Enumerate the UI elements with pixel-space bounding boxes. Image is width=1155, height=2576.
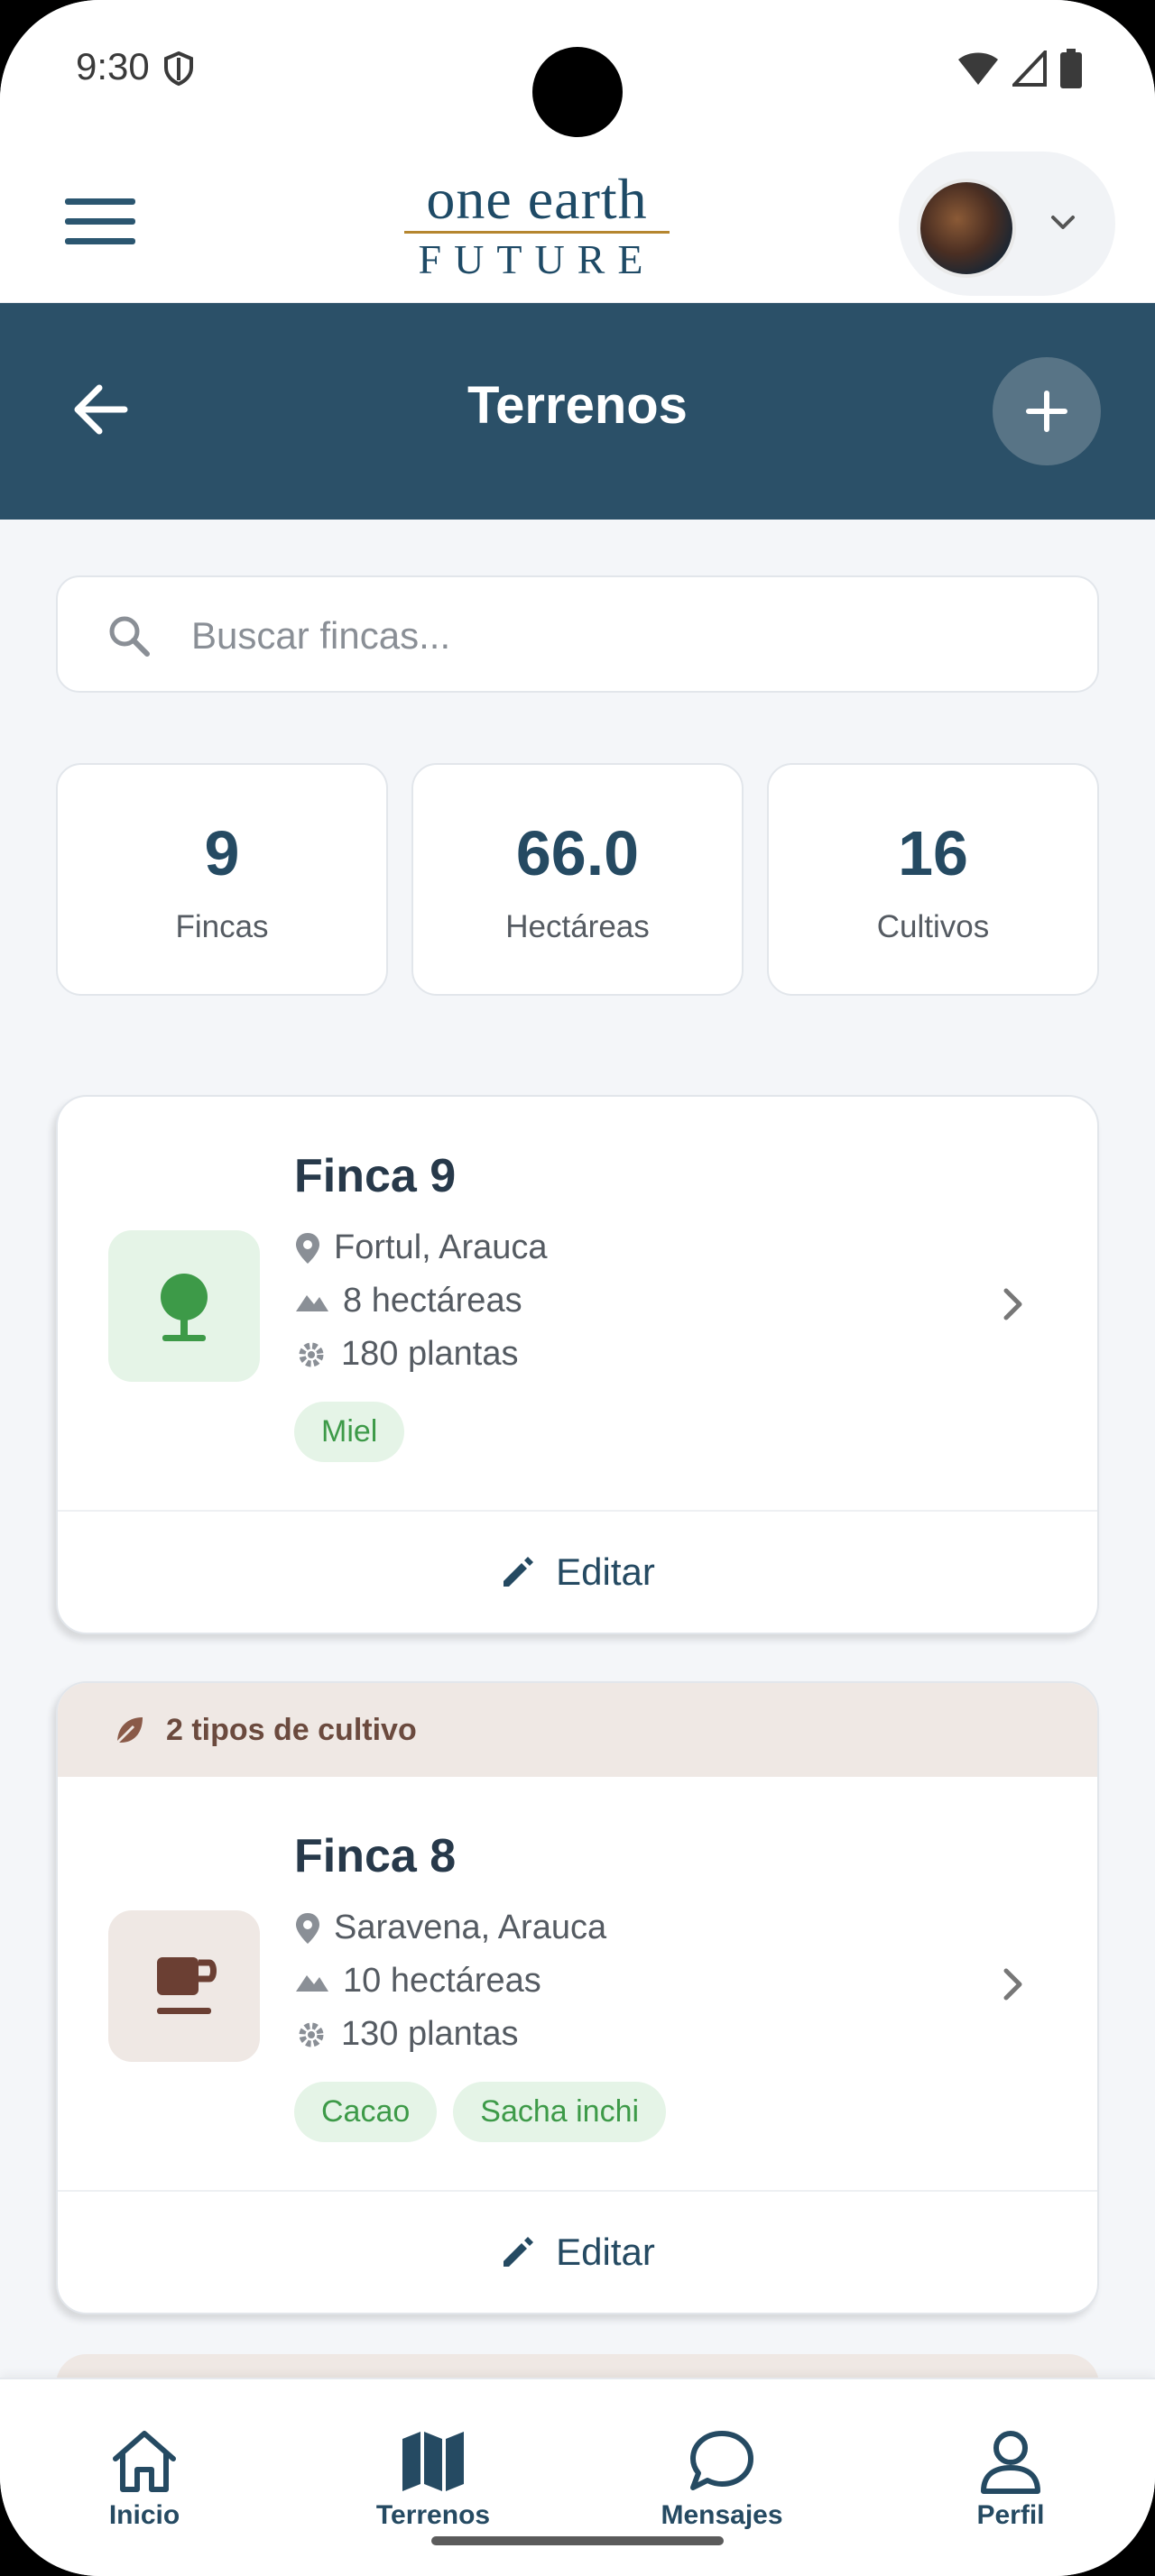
farm-plants: 130 plantas	[341, 2015, 519, 2053]
farm-name: Finca 9	[294, 1150, 457, 1202]
plant-gear-icon	[299, 2022, 324, 2047]
farm-location-row: Saravena, Arauca	[294, 1909, 606, 1947]
app-header: one earth FUTURE	[0, 144, 1155, 303]
edit-label: Editar	[556, 2231, 655, 2273]
hamburger-menu-icon[interactable]	[65, 198, 135, 253]
farm-area-row: 8 hectáreas	[294, 1282, 522, 1320]
location-pin-icon	[296, 1232, 319, 1264]
farm-area: 8 hectáreas	[343, 1282, 522, 1320]
leaf-icon	[116, 1717, 143, 1744]
person-icon	[981, 2431, 1040, 2494]
farm-card-details[interactable]: Finca 8 Saravena, Arauca 10 hectáreas 13…	[58, 1777, 1097, 2192]
stat-label: Fincas	[175, 909, 269, 944]
edit-farm-button[interactable]: Editar	[58, 1512, 1097, 1633]
status-time: 9:30	[76, 45, 150, 87]
tree-icon	[161, 1274, 208, 1341]
farm-card: 2 tipos de cultivo Finca 8 Saravena, Ara…	[56, 1681, 1099, 2314]
home-indicator	[431, 2536, 724, 2545]
nav-item-inicio[interactable]: Inicio	[45, 2428, 244, 2531]
nav-item-terrenos[interactable]: Terrenos	[334, 2428, 532, 2531]
stat-card-hectareas: 66.0 Hectáreas	[411, 763, 744, 996]
farm-card-details[interactable]: Finca 9 Fortul, Arauca 8 hectáreas 180 p…	[58, 1097, 1097, 1512]
nav-label: Inicio	[108, 2500, 180, 2530]
farm-location-row: Fortul, Arauca	[294, 1228, 548, 1267]
crop-tags: Cacao Sacha inchi	[294, 2082, 667, 2142]
battery-icon	[1060, 49, 1082, 88]
home-icon	[113, 2431, 176, 2492]
nav-label: Mensajes	[661, 2500, 783, 2530]
page-title-bar: Terrenos	[0, 303, 1155, 520]
crop-tag: Miel	[294, 1402, 405, 1462]
farm-thumbnail	[108, 1230, 260, 1382]
farm-area-row: 10 hectáreas	[294, 1962, 541, 2001]
wifi-icon	[958, 52, 998, 85]
nav-item-mensajes[interactable]: Mensajes	[623, 2428, 821, 2531]
one-earth-future-logo: one earth FUTURE	[397, 168, 677, 282]
farm-location: Fortul, Arauca	[334, 1228, 548, 1266]
chevron-down-icon	[1051, 216, 1075, 229]
chevron-right-icon[interactable]	[1002, 1286, 1025, 1322]
farm-location: Saravena, Arauca	[334, 1909, 607, 1946]
crop-tags: Miel	[294, 1402, 405, 1462]
stat-card-fincas: 9 Fincas	[56, 763, 388, 996]
search-icon	[109, 616, 150, 657]
nav-item-perfil[interactable]: Perfil	[911, 2428, 1110, 2531]
stat-value: 16	[898, 818, 968, 888]
farm-thumbnail	[108, 1910, 260, 2062]
crop-types-banner: 2 tipos de cultivo	[58, 1683, 1097, 1777]
profile-menu-button[interactable]	[899, 152, 1115, 296]
camera-cutout	[532, 47, 623, 137]
search-input[interactable]	[191, 595, 1058, 676]
nav-label: Terrenos	[375, 2500, 491, 2530]
plant-gear-icon	[299, 1342, 324, 1366]
bottom-navigation: Inicio Terrenos Mensajes Perfil	[0, 2378, 1155, 2576]
logo-bottom-text: FUTURE	[418, 236, 656, 282]
terrain-icon	[296, 1294, 328, 1311]
cellular-signal-icon	[1012, 51, 1047, 87]
stat-card-cultivos: 16 Cultivos	[767, 763, 1099, 996]
status-icons	[956, 49, 1083, 88]
farm-plants: 180 plantas	[341, 1335, 519, 1373]
page-title: Terrenos	[467, 376, 688, 435]
crop-tag: Sacha inchi	[453, 2082, 667, 2142]
stat-label: Hectáreas	[505, 909, 650, 944]
coffee-cup-icon	[157, 1957, 217, 2014]
status-bar: 9:30	[0, 0, 1155, 144]
chevron-right-icon[interactable]	[1002, 1966, 1025, 2002]
phone-screen: 9:30 one earth FUTURE Terrenos Buscar fi…	[0, 0, 1155, 2576]
stat-label: Cultivos	[876, 909, 990, 944]
farm-plants-row: 130 plantas	[294, 2015, 519, 2054]
farm-card: Finca 9 Fortul, Arauca 8 hectáreas 180 p…	[56, 1095, 1099, 1634]
logo-divider	[404, 231, 670, 234]
location-pin-icon	[296, 1912, 319, 1944]
stat-value: 66.0	[515, 818, 640, 888]
nav-label: Perfil	[976, 2500, 1045, 2530]
edit-farm-button[interactable]: Editar	[58, 2192, 1097, 2313]
chat-bubble-icon	[690, 2431, 753, 2490]
add-farm-button[interactable]	[993, 357, 1101, 465]
pencil-icon	[504, 1557, 534, 1587]
plus-icon	[1026, 391, 1067, 432]
edit-label: Editar	[556, 1550, 655, 1593]
pencil-icon	[504, 2237, 534, 2267]
avatar	[917, 179, 1016, 278]
map-icon	[402, 2432, 464, 2491]
shield-icon	[164, 51, 193, 87]
stat-value: 9	[204, 818, 240, 888]
terrain-icon	[296, 1974, 328, 1992]
crop-types-text: 2 tipos de cultivo	[166, 1712, 417, 1747]
farm-area: 10 hectáreas	[343, 1962, 541, 2000]
farm-name: Finca 8	[294, 1830, 457, 1882]
farm-plants-row: 180 plantas	[294, 1335, 519, 1374]
search-bar	[56, 575, 1099, 693]
logo-top-text: one earth	[426, 167, 648, 231]
crop-tag: Cacao	[294, 2082, 438, 2142]
